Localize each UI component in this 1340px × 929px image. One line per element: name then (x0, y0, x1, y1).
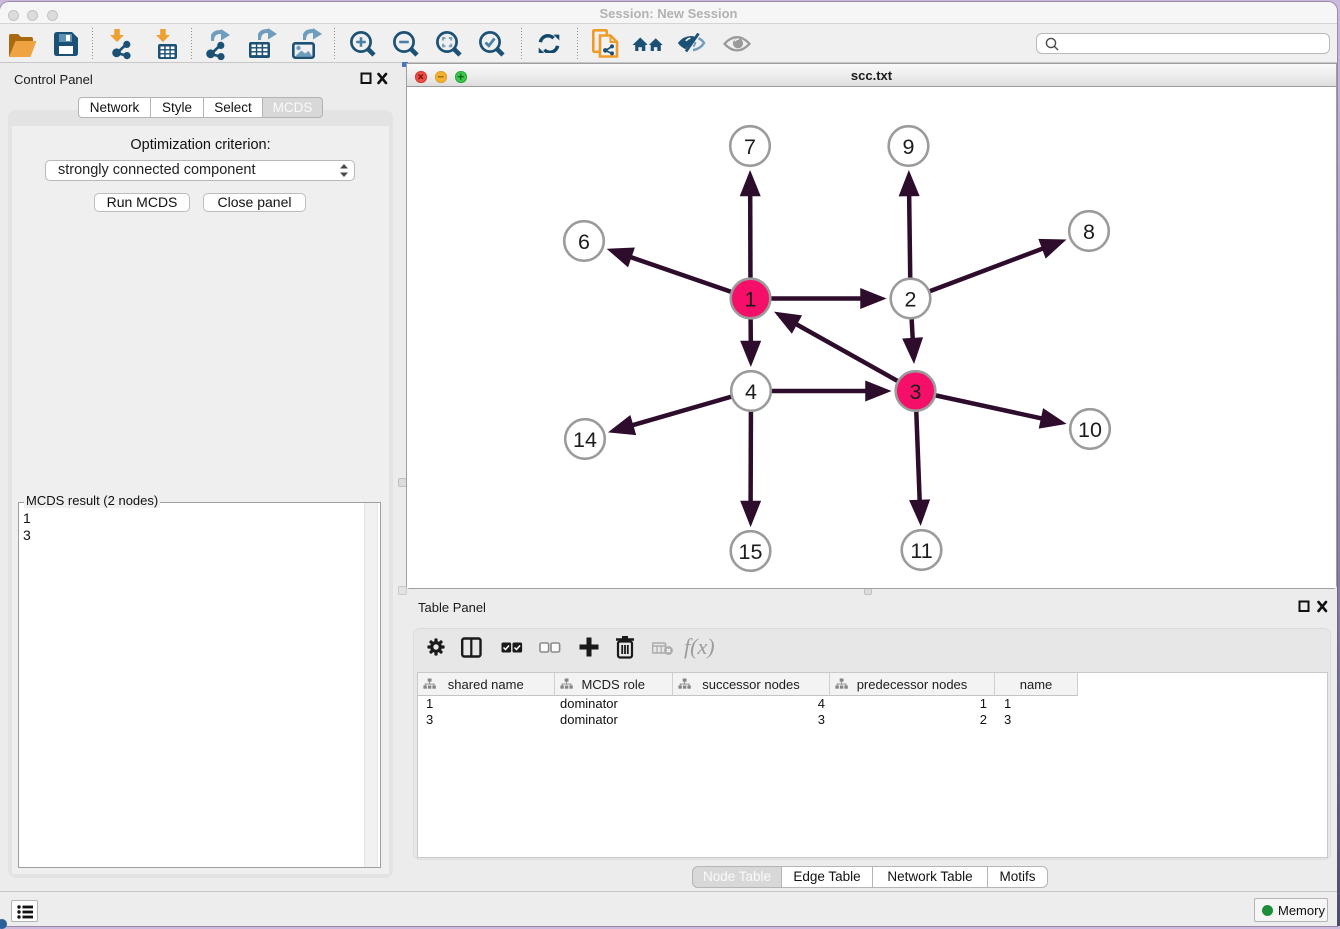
svg-text:8: 8 (1083, 220, 1095, 244)
svg-text:4: 4 (745, 380, 757, 404)
svg-text:2: 2 (905, 288, 917, 312)
svg-text:9: 9 (903, 135, 915, 159)
svg-text:7: 7 (744, 135, 756, 159)
svg-text:6: 6 (578, 230, 590, 254)
svg-text:10: 10 (1078, 418, 1102, 442)
svg-text:11: 11 (910, 539, 932, 563)
svg-text:14: 14 (573, 428, 597, 452)
svg-text:15: 15 (739, 540, 763, 564)
svg-text:3: 3 (910, 380, 922, 404)
svg-text:1: 1 (745, 288, 757, 312)
